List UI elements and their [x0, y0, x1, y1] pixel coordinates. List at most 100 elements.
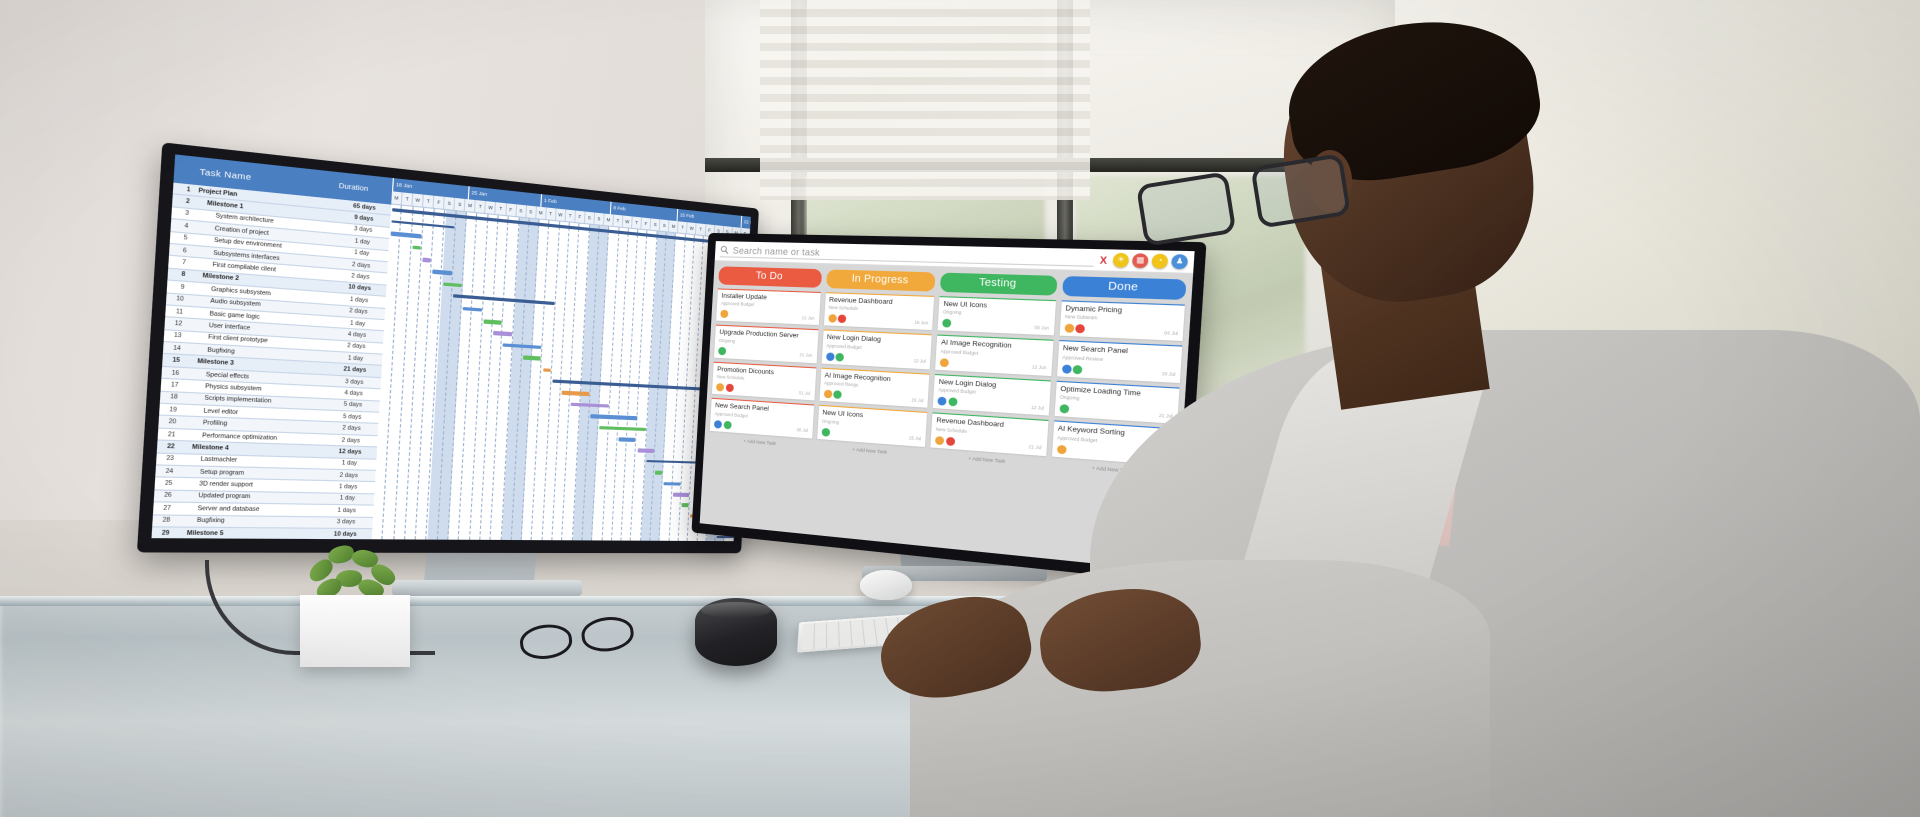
avatar	[718, 346, 727, 356]
gantt-bar[interactable]	[462, 306, 482, 312]
task-number: 22	[166, 443, 175, 451]
gantt-bar[interactable]	[570, 402, 609, 408]
card-date: 12 Jun	[801, 314, 815, 321]
task-number: 12	[174, 320, 183, 328]
gantt-bar[interactable]	[483, 319, 503, 325]
gantt-bar[interactable]	[681, 503, 689, 508]
gantt-bar[interactable]	[390, 231, 422, 239]
task-number: 26	[163, 492, 172, 500]
gantt-task-row[interactable]: 29 Milestone 5 10 days	[151, 527, 373, 541]
kanban-card[interactable]: Revenue Dashboard New Schedule 16 Jun	[823, 292, 935, 331]
task-number: 20	[168, 418, 177, 426]
gantt-day-label: T	[495, 202, 507, 216]
task-duration: 4 days	[347, 331, 367, 340]
card-avatars[interactable]	[937, 396, 958, 407]
card-avatars[interactable]	[821, 427, 830, 437]
task-duration: 1 days	[337, 507, 357, 515]
search-placeholder: Search name or task	[732, 244, 821, 258]
person-at-desk	[871, 0, 1920, 817]
gantt-bar[interactable]	[411, 245, 421, 250]
kanban-card[interactable]: AI Image Recognition Approved Range 19 Jul	[818, 367, 930, 408]
gantt-bar[interactable]	[672, 492, 690, 497]
task-name: Milestone 5	[186, 529, 224, 537]
gantt-bar[interactable]	[542, 367, 551, 373]
avatar	[833, 390, 842, 400]
kanban-card[interactable]: New Login Dialog Approved Budget 12 Jul	[821, 329, 932, 370]
task-name: Milestone 4	[191, 443, 229, 453]
card-avatars[interactable]	[939, 357, 950, 367]
kanban-column-header[interactable]: To Do	[718, 266, 822, 288]
avatar	[934, 435, 945, 445]
gantt-bar[interactable]	[502, 343, 542, 350]
task-duration: 2 days	[349, 307, 368, 316]
kanban-card[interactable]: Upgrade Production Server Ongoing 21 Jun	[714, 324, 819, 364]
task-name: 3D render support	[198, 480, 254, 489]
gantt-day-label: S	[454, 197, 466, 211]
card-avatars[interactable]	[715, 383, 734, 393]
gantt-bar[interactable]	[618, 437, 636, 442]
gantt-row-list[interactable]: 1 Project Plan 65 days 2 Milestone 19 days 3 S…	[151, 182, 392, 541]
kanban-card[interactable]: New UI Icons Ongoing 25 Jul	[816, 404, 928, 447]
card-footer: 16 Jun	[827, 314, 929, 327]
avatar	[835, 352, 845, 362]
gantt-task-table: Task Name Duration 1 Project Plan 65 days 2…	[151, 154, 393, 541]
task-number: 9	[180, 283, 185, 292]
gantt-day-label: W	[485, 201, 497, 215]
card-avatars[interactable]	[823, 389, 842, 400]
task-number: 29	[161, 529, 170, 537]
gantt-bar[interactable]	[561, 391, 590, 397]
gantt-bar[interactable]	[422, 257, 431, 263]
gantt-day-label: S	[516, 204, 527, 218]
task-name: Bugfixing	[196, 517, 225, 525]
kanban-card[interactable]: New Search Panel Approved Budget 08 Jul	[709, 397, 814, 438]
gantt-bar[interactable]	[432, 269, 452, 276]
gantt-bar[interactable]	[590, 414, 637, 421]
task-number: 14	[172, 344, 181, 353]
monitor-left-bezel: Task Name Duration 1 Project Plan 65 days 2…	[136, 142, 759, 554]
avatar	[713, 419, 723, 429]
card-avatars[interactable]	[934, 435, 955, 446]
kanban-column-header[interactable]: In Progress	[825, 269, 936, 292]
task-number: 13	[173, 332, 182, 341]
kanban-card[interactable]: Installer Update Approved Budget 12 Jun	[716, 288, 821, 326]
kanban-card[interactable]: Promotion Dicounts New Schedule 01 Jul	[711, 361, 816, 401]
card-avatars[interactable]	[720, 310, 729, 319]
card-footer: 25 Jul	[821, 427, 921, 443]
gantt-bar[interactable]	[522, 355, 542, 361]
gantt-bar[interactable]	[493, 331, 512, 337]
card-avatars[interactable]	[942, 319, 952, 329]
card-date: 19 Jul	[911, 396, 924, 403]
card-avatars[interactable]	[825, 352, 845, 362]
task-duration: 3 days	[336, 518, 356, 526]
task-duration: 1 day	[339, 495, 356, 503]
gantt-screen: Task Name Duration 1 Project Plan 65 days 2…	[151, 154, 751, 542]
gantt-bar[interactable]	[599, 425, 646, 432]
gantt-bar[interactable]	[637, 448, 655, 454]
gantt-bar[interactable]	[654, 470, 663, 475]
gantt-day-label: F	[505, 203, 517, 217]
task-name: Updated program	[198, 493, 251, 501]
card-footer: 12 Jul	[825, 352, 926, 366]
gantt-bar[interactable]	[391, 220, 455, 229]
gantt-bar[interactable]	[663, 481, 681, 486]
task-duration: 2 days	[351, 261, 371, 270]
card-avatars[interactable]	[827, 314, 847, 324]
gantt-day-label: F	[433, 195, 446, 209]
gantt-bar[interactable]	[442, 282, 462, 288]
avatar	[720, 310, 729, 319]
card-avatars[interactable]	[713, 419, 732, 429]
avatar	[821, 427, 830, 437]
task-duration: 10 days	[333, 530, 357, 538]
gantt-day-label: W	[412, 193, 425, 207]
avatar	[715, 383, 725, 392]
task-duration: 2 days	[351, 272, 370, 282]
avatar	[823, 389, 833, 399]
gantt-bar[interactable]	[452, 294, 555, 305]
card-avatars[interactable]	[718, 346, 727, 356]
mouse[interactable]	[860, 570, 912, 600]
avatar	[945, 436, 955, 446]
task-duration: 1 days	[338, 483, 358, 491]
card-footer: 12 Jun	[720, 310, 815, 322]
task-duration: 10 days	[348, 284, 372, 293]
gantt-app: Task Name Duration 1 Project Plan 65 days 2…	[151, 154, 751, 542]
